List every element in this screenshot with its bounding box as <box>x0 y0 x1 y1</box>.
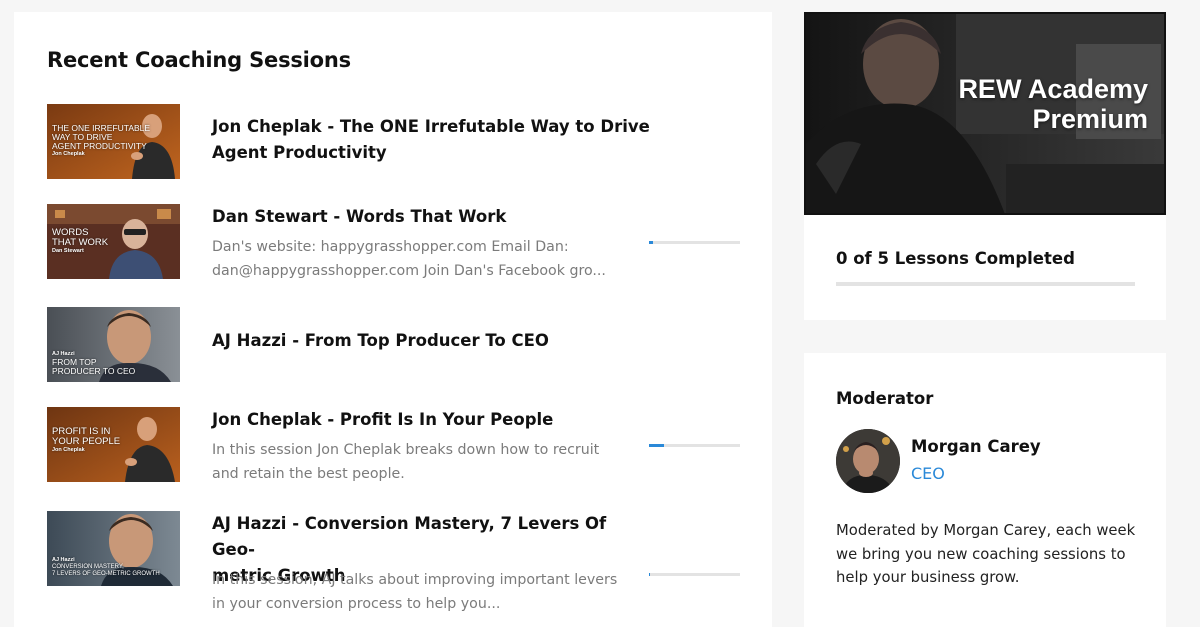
recent-sessions-card: Recent Coaching Sessions THE ONE IRREFUT… <box>14 12 772 627</box>
thumbnail-caption: WORDS THAT WORK Dan Stewart <box>52 227 109 255</box>
moderator-role: CEO <box>911 464 945 483</box>
session-thumbnail[interactable]: THE ONE IRREFUTABLE WAY TO DRIVE AGENT P… <box>47 104 180 179</box>
progress-fill <box>649 444 664 447</box>
session-thumbnail[interactable]: PROFIT IS IN YOUR PEOPLE Jon Cheplak <box>47 407 180 482</box>
session-description: In this session, AJ talks about improvin… <box>212 572 618 612</box>
course-hero-title: REW Academy Premium <box>958 74 1148 134</box>
session-title[interactable]: AJ Hazzi - From Top Producer To CEO <box>212 328 652 354</box>
session-title[interactable]: Jon Cheplak - Profit Is In Your People <box>212 407 652 433</box>
session-item-1[interactable]: WORDS THAT WORK Dan Stewart Dan Stewart … <box>47 204 747 280</box>
thumbnail-caption: AJ Hazzi CONVERSION MASTERY, 7 LEVERS OF… <box>52 557 160 577</box>
progress-fill <box>649 573 650 576</box>
moderator-heading: Moderator <box>836 389 934 408</box>
session-item-4[interactable]: AJ Hazzi CONVERSION MASTERY, 7 LEVERS OF… <box>47 511 747 612</box>
progress-fill <box>649 241 653 244</box>
session-item-3[interactable]: PROFIT IS IN YOUR PEOPLE Jon Cheplak Jon… <box>47 407 747 483</box>
moderator-name: Morgan Carey <box>911 437 1041 456</box>
moderator-description: Moderated by Morgan Carey, each week we … <box>836 522 1136 586</box>
session-progress-bar <box>649 573 740 576</box>
moderator-card: Moderator Morgan Carey CEO Moderated by … <box>804 353 1166 627</box>
session-thumbnail[interactable]: WORDS THAT WORK Dan Stewart <box>47 204 180 279</box>
section-title: Recent Coaching Sessions <box>47 48 351 72</box>
session-progress-bar <box>649 444 740 447</box>
course-hero-image[interactable]: REW Academy Premium <box>804 12 1166 215</box>
session-progress-bar <box>649 241 740 244</box>
lessons-completed-text: 0 of 5 Lessons Completed <box>836 249 1075 268</box>
thumbnail-caption: PROFIT IS IN YOUR PEOPLE Jon Cheplak <box>52 426 121 454</box>
session-item-0[interactable]: THE ONE IRREFUTABLE WAY TO DRIVE AGENT P… <box>47 104 747 180</box>
session-thumbnail[interactable]: AJ Hazzi CONVERSION MASTERY, 7 LEVERS OF… <box>47 511 180 586</box>
session-title[interactable]: Jon Cheplak - The ONE Irrefutable Way to… <box>212 114 652 166</box>
thumbnail-caption: THE ONE IRREFUTABLE WAY TO DRIVE AGENT P… <box>52 123 151 158</box>
session-title[interactable]: Dan Stewart - Words That Work <box>212 204 652 230</box>
session-description: In this session Jon Cheplak breaks down … <box>212 442 600 482</box>
lessons-progress-bar <box>836 282 1135 286</box>
avatar[interactable] <box>836 429 900 493</box>
session-description: Dan's website: happygrasshopper.com Emai… <box>212 239 606 279</box>
session-item-2[interactable]: AJ Hazzi FROM TOP PRODUCER TO CEO AJ Haz… <box>47 307 747 383</box>
session-thumbnail[interactable]: AJ Hazzi FROM TOP PRODUCER TO CEO <box>47 307 180 382</box>
academy-course-card: REW Academy Premium 0 of 5 Lessons Compl… <box>804 12 1166 320</box>
thumbnail-caption: AJ Hazzi FROM TOP PRODUCER TO CEO <box>52 351 136 376</box>
